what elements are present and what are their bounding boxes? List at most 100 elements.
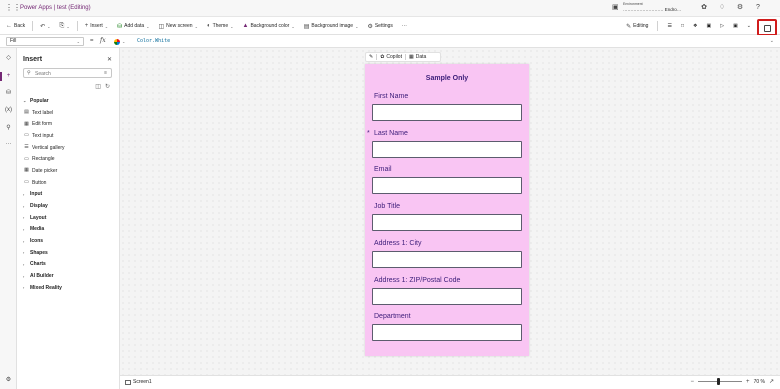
chevron-down-icon: ⌄ <box>146 23 150 29</box>
save-icon[interactable]: ▣ <box>733 20 738 32</box>
settings-gear-icon[interactable]: ⚙ <box>4 376 13 385</box>
category-group-header[interactable]: › Shapes <box>23 247 115 259</box>
theme-button[interactable]: ◐ Theme ⌄ <box>205 20 236 32</box>
fx-icon[interactable]: fx <box>100 37 106 44</box>
category-group-header[interactable]: › Charts <box>23 259 115 271</box>
close-icon[interactable]: ✕ <box>107 56 112 63</box>
insert-button[interactable]: + Insert ⌄ <box>83 20 110 32</box>
divider <box>376 54 378 60</box>
database-icon: ⛁ <box>117 23 123 30</box>
screen-tab[interactable]: Screen1 <box>125 379 152 385</box>
field-input[interactable] <box>372 104 522 121</box>
new-screen-button[interactable]: ◫ New screen ⌄ <box>157 20 200 32</box>
button-icon: ▭ <box>24 179 29 186</box>
copilot-button[interactable]: ✿ Copilot <box>380 54 402 60</box>
field-input[interactable] <box>372 324 522 342</box>
copilot-icon[interactable]: ✿ <box>700 4 708 12</box>
document-name[interactable]: test (Editing) <box>57 5 91 11</box>
category-group-header[interactable]: › Input <box>23 189 115 201</box>
notifications-icon[interactable]: ♢ <box>718 4 726 12</box>
help-icon[interactable]: ? <box>754 4 762 12</box>
color-picker[interactable]: ⌄ <box>114 38 128 45</box>
comments-icon[interactable]: □ <box>681 20 684 32</box>
copilot-label: Copilot <box>386 54 402 60</box>
expand-formula-icon[interactable]: ⌄ <box>770 38 774 44</box>
new-screen-label: New screen <box>166 23 193 29</box>
folder-icon[interactable]: ◫ <box>95 83 101 90</box>
divider <box>76 21 78 31</box>
property-dropdown[interactable]: Fill ⌄ <box>6 37 84 46</box>
category-group-header[interactable]: › Icons <box>23 235 115 247</box>
insert-icon[interactable]: + <box>4 72 13 81</box>
category-group-header[interactable]: › Layout <box>23 212 115 224</box>
undo-button[interactable]: ↶ ⌄ <box>38 20 52 32</box>
pin-icon[interactable]: ✎ <box>369 54 373 60</box>
background-image-button[interactable]: ▤ Background image ⌄ <box>302 20 361 32</box>
settings-gear-icon[interactable]: ⚙ <box>736 4 744 12</box>
background-color-button[interactable]: ▲ Background color ⌄ <box>240 20 296 32</box>
filter-icon[interactable]: ≡ <box>104 70 107 76</box>
chevron-right-icon: › <box>23 273 25 279</box>
popular-group-header[interactable]: ⌄ Popular <box>23 95 115 107</box>
category-label: AI Builder <box>30 273 54 280</box>
zoom-slider[interactable] <box>698 378 743 385</box>
category-group-header[interactable]: › AI Builder <box>23 270 115 282</box>
screen-icon <box>125 379 131 385</box>
settings-button[interactable]: ⚙ Settings <box>365 20 394 32</box>
property-value: Fill <box>10 38 17 44</box>
control-item[interactable]: ▤ Text label <box>23 107 115 119</box>
data-label: Data <box>415 54 427 60</box>
add-data-button[interactable]: ⛁ Add data ⌄ <box>115 20 151 32</box>
control-item[interactable]: ▦ Date picker <box>23 165 115 177</box>
control-item[interactable]: ▭ Text input <box>23 130 115 142</box>
data-icon[interactable]: ⛁ <box>4 89 13 98</box>
text-label-icon: ▤ <box>24 109 29 116</box>
field-input[interactable] <box>372 177 522 195</box>
paste-button[interactable]: ⎘ ⌄ <box>58 20 72 32</box>
search-icon[interactable]: ⚲ <box>4 124 13 133</box>
chevron-down-icon: ⌄ <box>122 39 126 44</box>
chevron-down-icon: ⌄ <box>104 23 109 29</box>
share-icon[interactable]: ❖ <box>693 20 697 32</box>
category-group-header[interactable]: › Mixed Reality <box>23 282 115 294</box>
category-group-header[interactable]: › Media <box>23 224 115 236</box>
chevron-down-icon: ⌄ <box>230 23 234 29</box>
refresh-icon[interactable]: ↻ <box>105 83 110 90</box>
save-chevron-down-icon[interactable]: ⌄ <box>747 20 751 32</box>
chevron-right-icon: › <box>23 261 25 267</box>
app-launcher-icon[interactable]: ⋮⋮ <box>5 4 21 12</box>
preview-play-icon[interactable]: ▷ <box>720 20 724 32</box>
zoom-in-icon[interactable]: + <box>746 379 750 385</box>
chevron-down-icon[interactable]: ⌄ <box>66 24 69 29</box>
field-input[interactable] <box>372 140 522 158</box>
fit-to-screen-icon[interactable]: ↗ <box>769 378 774 385</box>
data-button[interactable]: ▦ Data <box>409 54 426 60</box>
chevron-down-icon[interactable]: ⌄ <box>47 24 50 29</box>
environment-picker[interactable]: ▣ Environment ……………………… Endro… <box>612 2 681 12</box>
zoom-slider-thumb[interactable] <box>717 378 721 385</box>
field-input[interactable] <box>372 250 522 268</box>
back-button[interactable]: ← Back <box>4 20 27 32</box>
field-input[interactable] <box>372 214 522 232</box>
zoom-out-icon[interactable]: − <box>691 379 695 385</box>
category-group-header[interactable]: › Display <box>23 200 115 212</box>
app-name[interactable]: Power Apps <box>20 5 52 11</box>
variables-icon[interactable]: (x) <box>4 106 13 115</box>
highlighted-publish-button[interactable] <box>757 19 777 36</box>
control-item[interactable]: ▦ Edit form <box>23 118 115 130</box>
editing-mode-button[interactable]: ✎ Editing <box>626 20 648 32</box>
tree-view-icon[interactable]: ◇ <box>4 54 13 63</box>
formula-input[interactable]: Color.White <box>137 38 170 44</box>
more-button[interactable]: ··· <box>400 20 409 32</box>
control-item-label: Text label <box>32 109 54 116</box>
more-icon[interactable]: ··· <box>4 140 13 149</box>
control-item[interactable]: ▭ Rectangle <box>23 153 115 165</box>
control-item[interactable]: ▭ Button <box>23 177 115 189</box>
publish-icon[interactable]: ▣ <box>706 20 711 32</box>
chevron-down-icon: ⌄ <box>291 23 295 29</box>
app-screen[interactable]: Sample Only First Name * Last Name Email Job… <box>365 64 529 356</box>
control-item[interactable]: ☰ Vertical gallery <box>23 142 115 154</box>
field-input[interactable] <box>372 287 522 305</box>
search-input[interactable] <box>35 70 95 77</box>
app-checker-icon[interactable]: ☰ <box>667 20 671 32</box>
